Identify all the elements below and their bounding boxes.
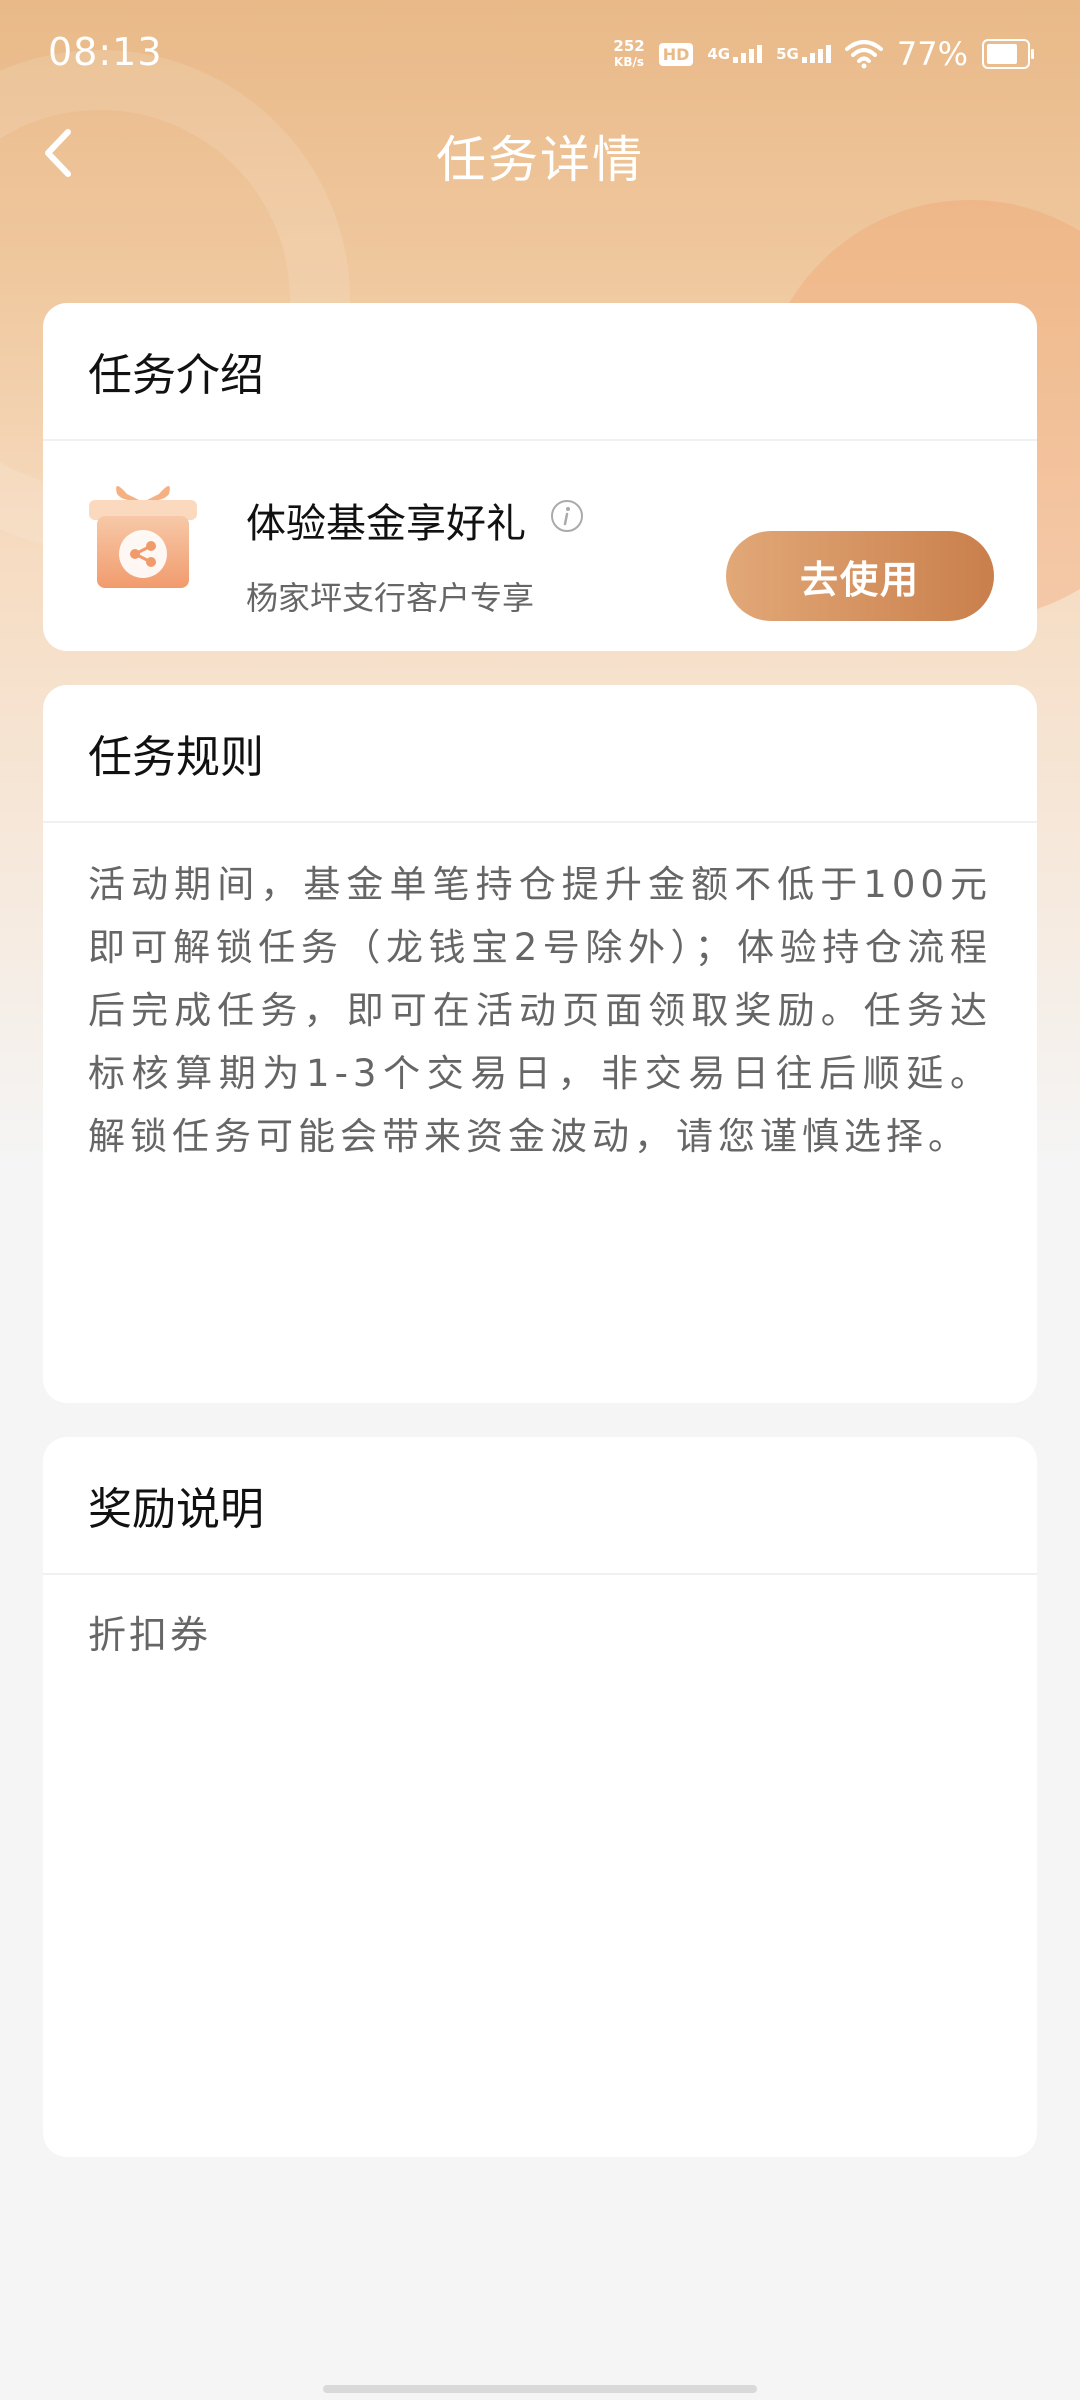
- task-rules-header: 任务规则: [43, 685, 1037, 823]
- reward-description-text: 折扣券: [88, 1613, 212, 1657]
- task-rules-card: 任务规则 活动期间，基金单笔持仓提升金额不低于100元即可解锁任务（龙钱宝2号除…: [43, 685, 1037, 1403]
- home-indicator[interactable]: [323, 2385, 757, 2393]
- status-time: 08:13: [48, 30, 163, 74]
- info-icon[interactable]: [550, 499, 584, 533]
- task-intro-header: 任务介绍: [43, 303, 1037, 441]
- task-intro-card: 任务介绍 体验基金享好礼 杨家坪支行客户专享 去使用: [43, 303, 1037, 651]
- status-indicators: 252 KB/s HD 4G 5G 77%: [613, 32, 1034, 76]
- task-name: 体验基金享好礼: [246, 501, 526, 547]
- signal-5g-label: 5G: [776, 45, 799, 63]
- network-speed-value: 252: [613, 37, 645, 55]
- battery-percent: 77%: [896, 35, 968, 73]
- status-bar: 08:13 252 KB/s HD 4G 5G 77%: [0, 0, 1080, 110]
- reward-description-header: 奖励说明: [43, 1437, 1037, 1575]
- task-subtitle: 杨家坪支行客户专享: [246, 579, 535, 617]
- reward-description-card: 奖励说明 折扣券: [43, 1437, 1037, 2157]
- use-button[interactable]: 去使用: [726, 531, 994, 621]
- network-speed: 252 KB/s: [613, 38, 644, 70]
- battery-icon: [982, 39, 1034, 69]
- signal-4g-label: 4G: [707, 45, 731, 63]
- signal-4g-icon: 4G: [707, 45, 763, 63]
- hd-icon: HD: [658, 42, 694, 66]
- signal-5g-icon: 5G: [776, 45, 831, 63]
- network-speed-unit: KB/s: [614, 55, 645, 69]
- gift-share-icon: [89, 486, 197, 588]
- wifi-icon: [844, 40, 883, 69]
- page-title: 任务详情: [436, 131, 644, 189]
- task-intro-body: 体验基金享好礼 杨家坪支行客户专享 去使用: [43, 441, 1037, 651]
- task-rules-text: 活动期间，基金单笔持仓提升金额不低于100元即可解锁任务（龙钱宝2号除外）；体验…: [88, 863, 992, 1158]
